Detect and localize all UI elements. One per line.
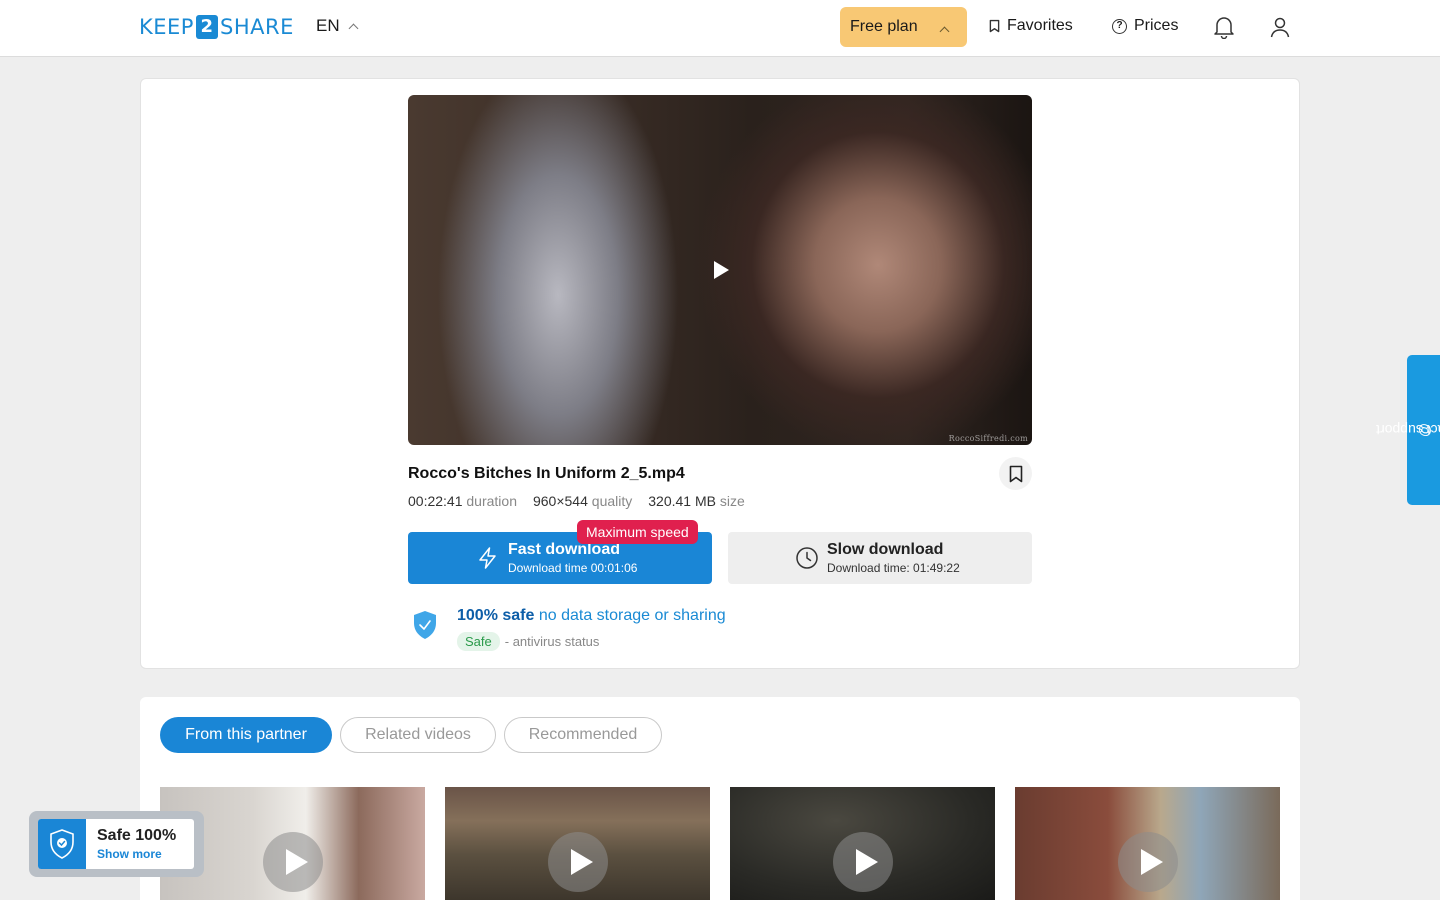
logo-text-2: 2	[195, 15, 218, 39]
clock-icon	[796, 547, 818, 569]
play-icon[interactable]	[833, 832, 893, 892]
play-icon[interactable]	[1118, 832, 1178, 892]
prices-link[interactable]: ? Prices	[1112, 17, 1178, 35]
safe-widget[interactable]: Safe 100% Show more	[29, 811, 204, 877]
duration-info: 00:22:41 duration	[408, 493, 517, 509]
quality-label: quality	[591, 493, 633, 509]
fast-download-time: Download time 00:01:06	[508, 561, 638, 575]
favorites-label: Favorites	[1007, 17, 1073, 34]
tab-recommended[interactable]: Recommended	[504, 717, 662, 753]
safety-bold: 100% safe	[457, 607, 535, 624]
antivirus-badge: Safe	[457, 632, 500, 651]
video-thumbnail[interactable]	[1015, 787, 1280, 900]
play-icon[interactable]	[714, 261, 729, 279]
size-info: 320.41 MB size	[648, 493, 745, 509]
video-thumbnail[interactable]	[730, 787, 995, 900]
chevron-up-icon	[939, 26, 950, 37]
video-thumbnail[interactable]	[445, 787, 710, 900]
antivirus-text: - antivirus status	[504, 634, 600, 649]
user-icon[interactable]	[1269, 15, 1291, 39]
video-player[interactable]: RoccoSiffredi.com	[408, 95, 1032, 445]
bookmark-icon	[1009, 465, 1022, 482]
favorites-link[interactable]: Favorites	[989, 17, 1073, 35]
safe-widget-title: Safe 100%	[97, 827, 177, 844]
antivirus-status: Safe - antivirus status	[457, 632, 599, 651]
size-label: size	[719, 493, 745, 509]
safety-rest: no data storage or sharing	[534, 607, 726, 624]
tab-related-videos[interactable]: Related videos	[340, 717, 496, 753]
logo-text-share: SHARE	[219, 15, 294, 39]
slow-download-time: Download time: 01:49:22	[827, 561, 960, 575]
max-speed-badge: Maximum speed	[577, 520, 698, 544]
question-icon: ?	[1112, 18, 1127, 34]
contact-support-label: @ contact support	[1376, 422, 1440, 438]
play-icon[interactable]	[263, 832, 323, 892]
file-meta: 00:22:41 duration 960×544 quality 320.41…	[408, 493, 745, 509]
play-icon[interactable]	[548, 832, 608, 892]
contact-support-tab[interactable]: @ contact support	[1376, 355, 1440, 505]
duration-label: duration	[466, 493, 517, 509]
add-to-favorites-button[interactable]	[999, 457, 1032, 490]
chevron-up-icon	[348, 23, 359, 33]
duration-value: 00:22:41	[408, 493, 463, 509]
safe-widget-inner: Safe 100% Show more	[38, 819, 194, 869]
language-label: EN	[316, 16, 340, 35]
logo-text-keep: KEEP	[139, 15, 194, 39]
bookmark-icon	[989, 19, 1000, 33]
shield-check-icon	[50, 829, 74, 859]
size-value: 320.41 MB	[648, 493, 716, 509]
safe-widget-shield	[38, 819, 86, 869]
slow-download-label: Slow download	[827, 541, 944, 558]
plan-label: Free plan	[850, 18, 918, 35]
lightning-icon	[479, 547, 496, 569]
show-more-link[interactable]: Show more	[97, 847, 162, 861]
contact-support-text: contact support	[1375, 422, 1440, 438]
language-selector[interactable]: EN	[316, 16, 359, 36]
free-plan-button[interactable]: Free plan	[840, 7, 967, 47]
slow-download-button[interactable]: Slow download Download time: 01:49:22	[728, 532, 1032, 584]
bell-icon[interactable]	[1213, 15, 1235, 39]
safety-headline: 100% safe no data storage or sharing	[457, 607, 726, 625]
prices-label: Prices	[1134, 17, 1179, 34]
video-watermark: RoccoSiffredi.com	[948, 434, 1028, 443]
quality-value: 960×544	[532, 493, 588, 509]
keep2share-logo[interactable]: KEEP 2 SHARE	[139, 14, 294, 40]
file-title: Rocco's Bitches In Uniform 2_5.mp4	[408, 465, 685, 482]
top-header: KEEP 2 SHARE EN Free plan Favorites ? Pr…	[0, 0, 1440, 57]
tab-from-this-partner[interactable]: From this partner	[160, 717, 332, 753]
quality-info: 960×544 quality	[533, 493, 632, 509]
shield-check-icon	[414, 611, 436, 639]
